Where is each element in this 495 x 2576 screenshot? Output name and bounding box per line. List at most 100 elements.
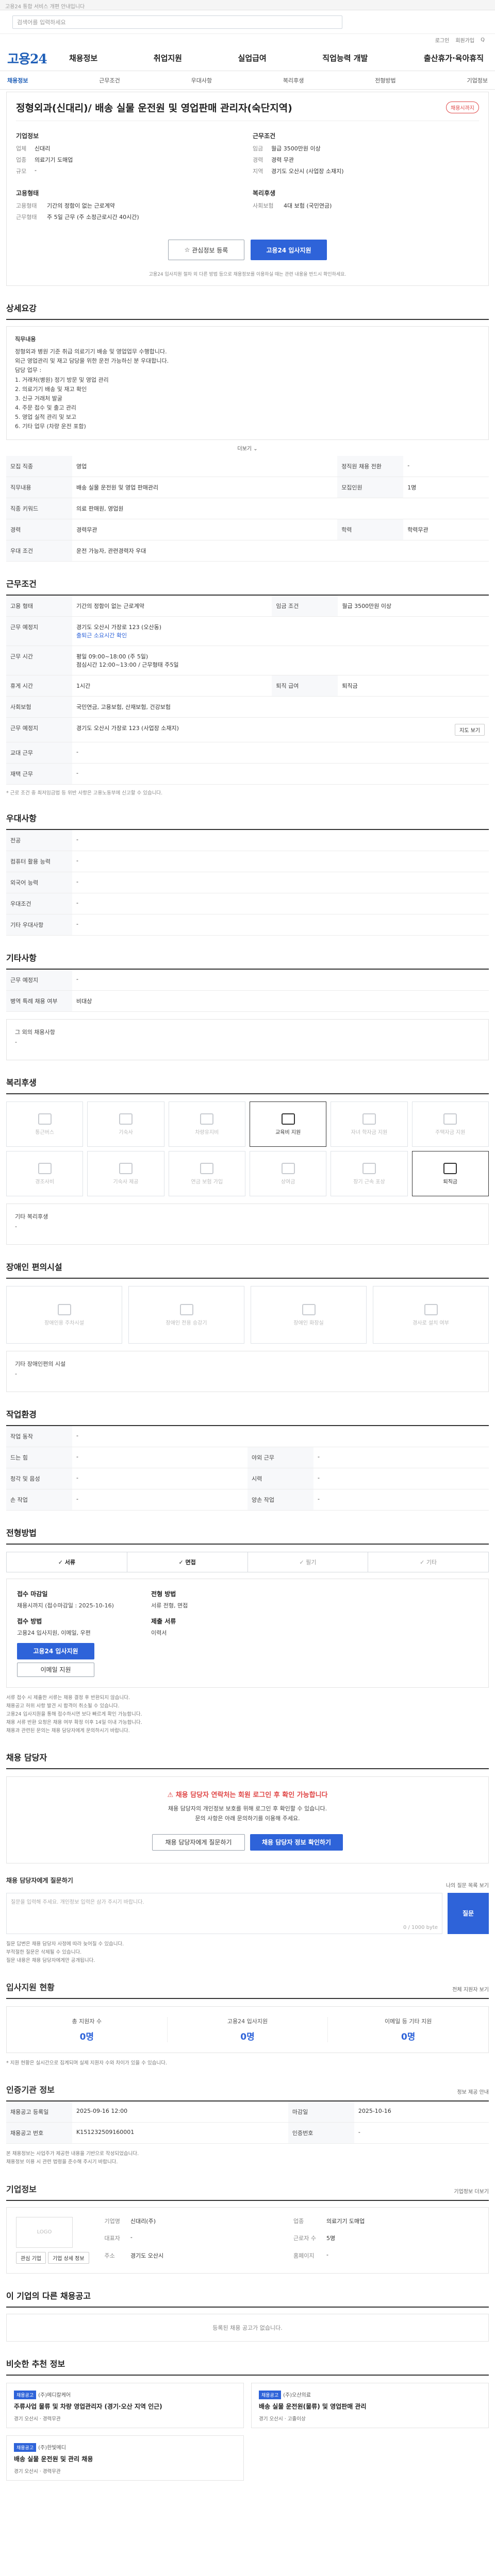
benefit-etc-heading: 기타 복리후생 — [15, 1213, 48, 1221]
global-nav: 고용24 채용정보 취업지원 실업급여 직업능력 개발 출산휴가·육아휴직 — [0, 45, 495, 71]
desc-line: 외근 영업관리 및 재고 담당을 위한 운전 가능하신 분 우대합니다. — [15, 358, 169, 365]
cell-value: 평일 09:00~18:00 (주 5일) — [76, 653, 148, 660]
scrap-button[interactable]: ☆ 관심정보 등록 — [168, 240, 244, 260]
gnb-item-support[interactable]: 취업지원 — [154, 53, 182, 63]
gnb-item-jobs[interactable]: 채용정보 — [69, 53, 97, 63]
place-section: 작업환경 작업 동작 - 드는 힘 - 야외 근무 - 청각 및 음성 - 시력 - 손 작업… — [6, 1408, 489, 1511]
search-bar: 검색어를 입력하세요 — [0, 10, 495, 34]
docs-heading: 전형 방법 — [151, 1590, 176, 1598]
tile-label: 차량유지비 — [195, 1129, 219, 1136]
summary-table: 모집 직종 영업 정직원 채용 전환 - 직무내용 배송 실물 운전원 및 영업 판매관… — [6, 456, 489, 562]
kv-value: 경기도 오산시 (사업장 소재지) — [271, 168, 344, 175]
my-question-link[interactable]: 나의 질문 목록 보기 — [446, 1881, 489, 1889]
docs-value: 서류 전형, 면접 — [151, 1602, 188, 1609]
place-table: 작업 동작 - 드는 힘 - 야외 근무 - 청각 및 음성 - 시력 - 손 작업 - 양손 작… — [6, 1426, 489, 1511]
cell-key: 양손 작업 — [248, 1489, 314, 1511]
cell-key: 야외 근무 — [248, 1447, 314, 1469]
gnb-item-benefit[interactable]: 실업급여 — [238, 53, 267, 63]
note-line: 채용과 관련된 문의는 채용 담당자에게 문의하시기 바랍니다. — [6, 1728, 130, 1734]
page: 고용24 통합 서비스 개편 안내입니다 검색어를 입력하세요 로그인 회원가입… — [0, 0, 495, 2496]
step-label: 면접 — [185, 1559, 196, 1566]
login-link[interactable]: 로그인 — [435, 36, 450, 44]
facility-grid: 장애인용 주차시설 장애인 전용 승강기 장애인 화장실 경사로 설치 여부 — [6, 1286, 489, 1344]
home-icon — [443, 1113, 457, 1125]
kv-value: 기간의 정함이 없는 근로계약 — [47, 202, 115, 209]
ask-area: 질문을 입력해 주세요. 개인정보 입력은 삼가 주시기 바랍니다. 0 / 10… — [6, 1892, 489, 1934]
count-value: 0명 — [240, 2032, 255, 2043]
ask-contact-button[interactable]: 채용 담당자에게 질문하기 — [152, 1834, 245, 1851]
welfare-info: 복리후생 사회보험 4대 보험 (국민연금) — [253, 189, 479, 224]
graduation-icon — [362, 1113, 376, 1125]
car-icon — [200, 1113, 214, 1125]
cell-key: 우대조건 — [6, 893, 72, 915]
status-title: 입사지원 현황 — [6, 1982, 55, 1993]
corp-box: LOGO 관심 기업 기업 상세 정보 기업명 신대리(주) 업종 의료기기 도매업 … — [6, 2207, 489, 2274]
map-button[interactable]: 지도 보기 — [455, 724, 485, 736]
info-guide-link[interactable]: 정보 제공 안내 — [457, 2088, 489, 2095]
cell-key: 컴퓨터 활용 능력 — [6, 851, 72, 873]
kv-value: - — [35, 167, 37, 174]
other-table: 근무 예정지 - 병역 특례 채용 여부 비대상 — [6, 970, 489, 1012]
view-contact-button[interactable]: 채용 담당자 정보 확인하기 — [250, 1834, 343, 1851]
method-apply-button[interactable]: 고용24 입사지원 — [17, 1642, 94, 1659]
cell-value: 운전 가능자, 관련경력자 우대 — [72, 540, 489, 562]
cell-value: K151232509160001 — [72, 2122, 288, 2144]
job-title: 정형외과(신대리)/ 배송 실물 운전원 및 영업판매 관리자(숙단지역) — [16, 103, 292, 114]
all-applicants-link[interactable]: 전체 지원자 보기 — [452, 1985, 489, 1993]
rec-card[interactable]: 채용공고 (주)메디칼케어 주류사업 물류 및 차량 영업관리자 (경기·오산 지… — [6, 2382, 244, 2428]
site-logo[interactable]: 고용24 — [7, 49, 69, 67]
wheelchair-icon — [424, 1303, 438, 1315]
company-detail-button[interactable]: 기업 상세 정보 — [47, 2251, 89, 2264]
tab-conditions[interactable]: 근무조건 — [99, 76, 120, 84]
benefit-tile: 교육비 지원 — [249, 1101, 327, 1147]
recv-value: 채용시까지 (접수마감일 : 2025-10-16) — [17, 1602, 114, 1609]
method-section: 전형방법 ✓ 서류 ✓ 면접 ✓ 필기 ✓ 기타 접수 마감일 채용시까지 (접… — [6, 1526, 489, 1735]
bus-icon — [38, 1113, 52, 1125]
step-document: ✓ 서류 — [7, 1552, 127, 1572]
corp-section: 기업정보 기업정보 더보기 LOGO 관심 기업 기업 상세 정보 기업명 신대리… — [6, 2182, 489, 2274]
tab-method[interactable]: 전형방법 — [375, 76, 395, 84]
rec-card[interactable]: 채용공고 (주)한빛메디 배송 실물 운전원 및 관리 채용 경기 오산시 · 경… — [6, 2435, 244, 2481]
corp-more-link[interactable]: 기업정보 더보기 — [454, 2187, 489, 2195]
job-summary-box: 정형외과(신대리)/ 배송 실물 운전원 및 영업판매 관리자(숙단지역) 채용… — [6, 92, 489, 286]
house-icon — [119, 1113, 133, 1125]
search-icon[interactable]: Q — [481, 37, 485, 43]
restroom-icon — [302, 1303, 316, 1315]
gnb-item-leave[interactable]: 출산휴가·육아휴직 — [424, 53, 484, 63]
search-input[interactable]: 검색어를 입력하세요 — [12, 15, 342, 29]
tab-welfare[interactable]: 복리후생 — [283, 76, 304, 84]
company-info: 기업정보 업체 신대리 업종 의료기기 도매업 규모 - — [16, 131, 242, 178]
kv-value: - — [326, 2251, 328, 2258]
facility-tile: 장애인 화장실 — [251, 1286, 367, 1344]
rec-card[interactable]: 채용공고 (주)오산의료 배송 실물 운전원(물류) 및 영업판매 관리 경기 오… — [251, 2382, 489, 2428]
cell-key: 휴게 시간 — [6, 675, 72, 697]
email-apply-button[interactable]: 이메일 지원 — [17, 1662, 94, 1677]
submit-question-button[interactable]: 질문 — [448, 1892, 489, 1934]
check-icon: ✓ — [420, 1558, 426, 1566]
kv-key: 근로자 수 — [293, 2235, 316, 2242]
desc-line: 2. 의료기기 배송 및 재고 확인 — [15, 385, 87, 393]
alert-desc: 채용 담당자의 개인정보 보호를 위해 로그인 후 확인할 수 있습니다. — [168, 1805, 327, 1812]
desc-line: 정형외과 병원 기준 취급 의료기기 배송 및 영업업무 수행합니다. — [15, 348, 167, 355]
tab-recruit[interactable]: 채용정보 — [7, 76, 28, 84]
card-company: (주)한빛메디 — [38, 2445, 66, 2451]
fav-company-button[interactable]: 관심 기업 — [16, 2251, 46, 2264]
benefit-tile: 자녀 학자금 지원 — [331, 1101, 408, 1147]
workcond-title: 근무조건 — [6, 577, 489, 596]
facility-etc: - — [15, 1370, 17, 1377]
kv-value: 4대 보험 (국민연금) — [284, 202, 332, 209]
commute-link[interactable]: 출퇴근 소요시간 확인 — [76, 632, 127, 639]
apply-button[interactable]: 고용24 입사지원 — [251, 240, 327, 260]
tab-preference[interactable]: 우대사항 — [191, 76, 212, 84]
more-button[interactable]: 더보기 ⌄ — [6, 440, 489, 456]
signup-link[interactable]: 회원가입 — [455, 36, 474, 44]
cell-key: 마감일 — [288, 2102, 354, 2123]
gnb-item-training[interactable]: 직업능력 개발 — [322, 53, 368, 63]
card-meta: 경기 오산시 · 고졸이상 — [259, 2416, 306, 2422]
question-textarea[interactable]: 질문을 입력해 주세요. 개인정보 입력은 삼가 주시기 바랍니다. 0 / 10… — [6, 1892, 442, 1934]
tab-company[interactable]: 기업정보 — [467, 76, 487, 84]
alert-text: 채용 담당자 연락처는 회원 로그인 후 확인 가능합니다 — [175, 1791, 328, 1800]
cell-value: - — [72, 914, 489, 936]
kv-value: 경기도 오산시 — [130, 2252, 164, 2259]
money-icon — [281, 1162, 295, 1174]
